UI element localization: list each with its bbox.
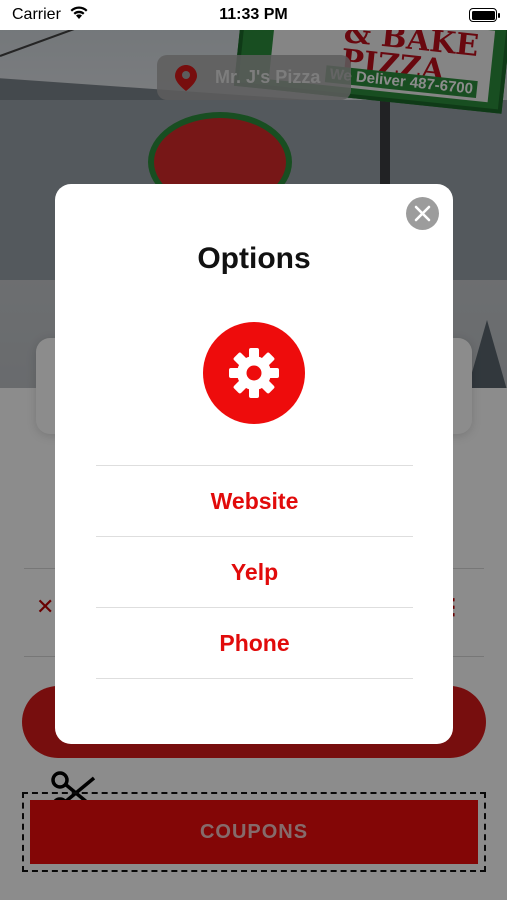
settings-badge (203, 322, 305, 424)
battery-icon (469, 8, 500, 22)
divider (96, 678, 413, 679)
gear-icon (229, 348, 279, 398)
option-website[interactable]: Website (96, 466, 413, 536)
carrier-label: Carrier (12, 6, 61, 23)
option-yelp[interactable]: Yelp (96, 537, 413, 607)
option-phone[interactable]: Phone (96, 608, 413, 678)
close-icon (414, 205, 431, 222)
status-left: Carrier (12, 5, 89, 25)
options-modal: Options Website Yelp Phone (55, 184, 453, 744)
options-list: Website Yelp Phone (96, 465, 413, 679)
wifi-icon (69, 5, 89, 25)
modal-title: Options (197, 242, 311, 275)
close-button[interactable] (406, 197, 439, 230)
status-bar: Carrier 11:33 PM (0, 0, 507, 30)
